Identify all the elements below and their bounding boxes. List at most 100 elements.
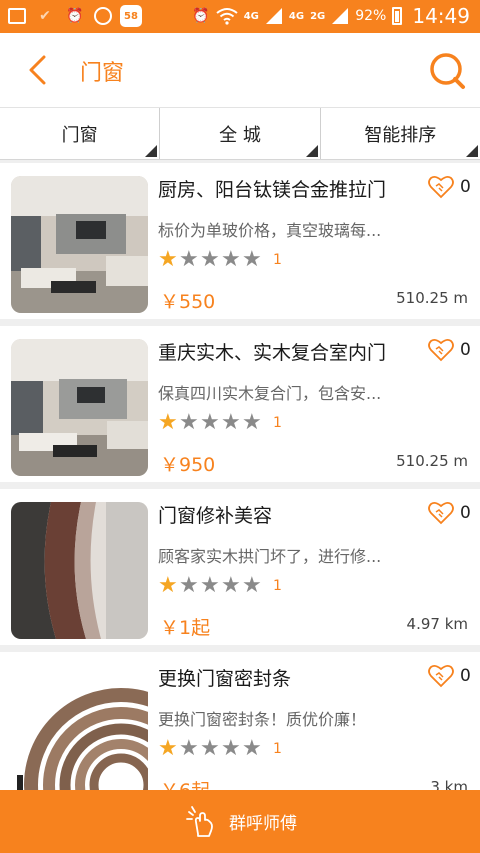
star-empty-icon: ★ xyxy=(221,410,241,435)
rating-count: 1 xyxy=(273,740,282,757)
status-system: ⏰ 4G 4G 2G 92% 14:49 xyxy=(192,4,470,28)
star-empty-icon: ★ xyxy=(242,410,262,435)
star-empty-icon: ★ xyxy=(242,573,262,598)
favorite-count: 0 xyxy=(460,177,471,197)
star-empty-icon: ★ xyxy=(221,736,241,761)
battery-icon xyxy=(392,7,403,25)
app-badge-icon: 58 xyxy=(120,5,142,27)
star-empty-icon: ★ xyxy=(242,247,262,272)
list-item[interactable]: 更换门窗密封条 更换门窗密封条！质优价廉！ ★ ★ ★ ★ ★ 1 ￥6起 3 … xyxy=(0,652,480,808)
rating: ★ ★ ★ ★ ★ 1 xyxy=(158,736,282,761)
tap-hand-icon xyxy=(186,805,213,837)
service-thumbnail xyxy=(11,339,148,476)
status-notifications: ✔ ⏰ 58 xyxy=(8,5,142,27)
price: ￥550 xyxy=(160,291,216,313)
service-title: 重庆实木、实木复合室内门 xyxy=(158,342,387,364)
network-type-c: 2G xyxy=(310,10,326,22)
living-room-photo xyxy=(11,339,148,476)
favorite-button[interactable]: 0 xyxy=(428,338,471,362)
door-repair-photo xyxy=(11,502,148,639)
star-empty-icon: ★ xyxy=(200,573,220,598)
filter-sort[interactable]: 智能排序 xyxy=(321,108,480,159)
living-room-photo xyxy=(11,176,148,313)
alarm-icon: ⏰ xyxy=(192,8,210,24)
service-description: 顾客家实木拱门坏了，进行修... xyxy=(158,547,382,566)
star-empty-icon: ★ xyxy=(200,736,220,761)
service-description: 更换门窗密封条！质优价廉！ xyxy=(158,710,367,729)
image-icon xyxy=(8,8,26,24)
filter-category-label: 门窗 xyxy=(61,124,98,146)
heart-handshake-icon xyxy=(428,664,454,688)
heart-handshake-icon xyxy=(428,175,454,199)
filter-bar: 门窗 全 城 智能排序 xyxy=(0,108,480,160)
star-empty-icon: ★ xyxy=(200,247,220,272)
call-masters-label: 群呼师傅 xyxy=(229,814,297,834)
rating-count: 1 xyxy=(273,577,282,594)
star-filled-icon: ★ xyxy=(158,573,178,598)
filter-area-label: 全 城 xyxy=(219,124,261,146)
star-empty-icon: ★ xyxy=(221,573,241,598)
alarm-icon: ⏰ xyxy=(66,8,84,24)
star-empty-icon: ★ xyxy=(179,736,199,761)
search-icon[interactable] xyxy=(428,51,468,91)
back-arrow-icon[interactable] xyxy=(26,55,50,85)
distance: 4.97 km xyxy=(406,615,468,633)
star-empty-icon: ★ xyxy=(179,410,199,435)
service-title: 厨房、阳台钛镁合金推拉门 xyxy=(158,179,387,201)
service-title: 更换门窗密封条 xyxy=(158,668,292,690)
rating: ★ ★ ★ ★ ★ 1 xyxy=(158,247,282,272)
star-empty-icon: ★ xyxy=(221,247,241,272)
list-item[interactable]: 门窗修补美容 顾客家实木拱门坏了，进行修... ★ ★ ★ ★ ★ 1 ￥1起 … xyxy=(0,489,480,645)
signal-icon xyxy=(265,8,282,24)
clock: 14:49 xyxy=(412,4,470,28)
heart-handshake-icon xyxy=(428,338,454,362)
filter-area[interactable]: 全 城 xyxy=(160,108,321,159)
weibo-icon xyxy=(94,7,112,25)
wifi-icon xyxy=(216,8,238,25)
check-icon: ✔ xyxy=(39,8,51,24)
favorite-count: 0 xyxy=(460,503,471,523)
dropdown-corner-icon xyxy=(145,145,158,157)
star-filled-icon: ★ xyxy=(158,410,178,435)
service-thumbnail xyxy=(11,502,148,639)
favorite-count: 0 xyxy=(460,666,471,686)
distance: 510.25 m xyxy=(396,452,468,470)
price: ￥950 xyxy=(160,454,216,476)
star-filled-icon: ★ xyxy=(158,247,178,272)
seal-strip-photo xyxy=(11,665,148,802)
service-description: 保真四川实木复合门，包含安... xyxy=(158,384,382,403)
list-item[interactable]: 厨房、阳台钛镁合金推拉门 标价为单玻价格，真空玻璃每... ★ ★ ★ ★ ★ … xyxy=(0,163,480,319)
star-filled-icon: ★ xyxy=(158,736,178,761)
favorite-button[interactable]: 0 xyxy=(428,501,471,525)
rating: ★ ★ ★ ★ ★ 1 xyxy=(158,410,282,435)
heart-handshake-icon xyxy=(428,501,454,525)
filter-category[interactable]: 门窗 xyxy=(0,108,161,159)
service-thumbnail xyxy=(11,665,148,802)
star-empty-icon: ★ xyxy=(179,247,199,272)
rating-count: 1 xyxy=(273,414,282,431)
favorite-count: 0 xyxy=(460,340,471,360)
service-description: 标价为单玻价格，真空玻璃每... xyxy=(158,221,382,240)
signal-icon xyxy=(332,8,349,24)
dropdown-corner-icon xyxy=(305,145,318,157)
network-type-b: 4G xyxy=(288,10,305,22)
page-title: 门窗 xyxy=(80,61,125,86)
star-empty-icon: ★ xyxy=(200,410,220,435)
rating: ★ ★ ★ ★ ★ 1 xyxy=(158,573,282,598)
list-item[interactable]: 重庆实木、实木复合室内门 保真四川实木复合门，包含安... ★ ★ ★ ★ ★ … xyxy=(0,326,480,482)
service-title: 门窗修补美容 xyxy=(158,505,273,527)
star-empty-icon: ★ xyxy=(179,573,199,598)
call-masters-button[interactable]: 群呼师傅 xyxy=(0,790,480,853)
star-empty-icon: ★ xyxy=(242,736,262,761)
dropdown-corner-icon xyxy=(465,145,478,157)
nav-bar: 门窗 xyxy=(0,33,480,108)
status-bar: ✔ ⏰ 58 ⏰ 4G 4G 2G 92% 14:49 xyxy=(0,0,480,33)
favorite-button[interactable]: 0 xyxy=(428,664,471,688)
filter-sort-label: 智能排序 xyxy=(364,124,437,146)
distance: 510.25 m xyxy=(396,289,468,307)
battery-percent: 92% xyxy=(355,8,387,24)
network-type-a: 4G xyxy=(243,10,259,22)
rating-count: 1 xyxy=(273,251,282,268)
favorite-button[interactable]: 0 xyxy=(428,175,471,199)
price: ￥1起 xyxy=(160,617,211,639)
